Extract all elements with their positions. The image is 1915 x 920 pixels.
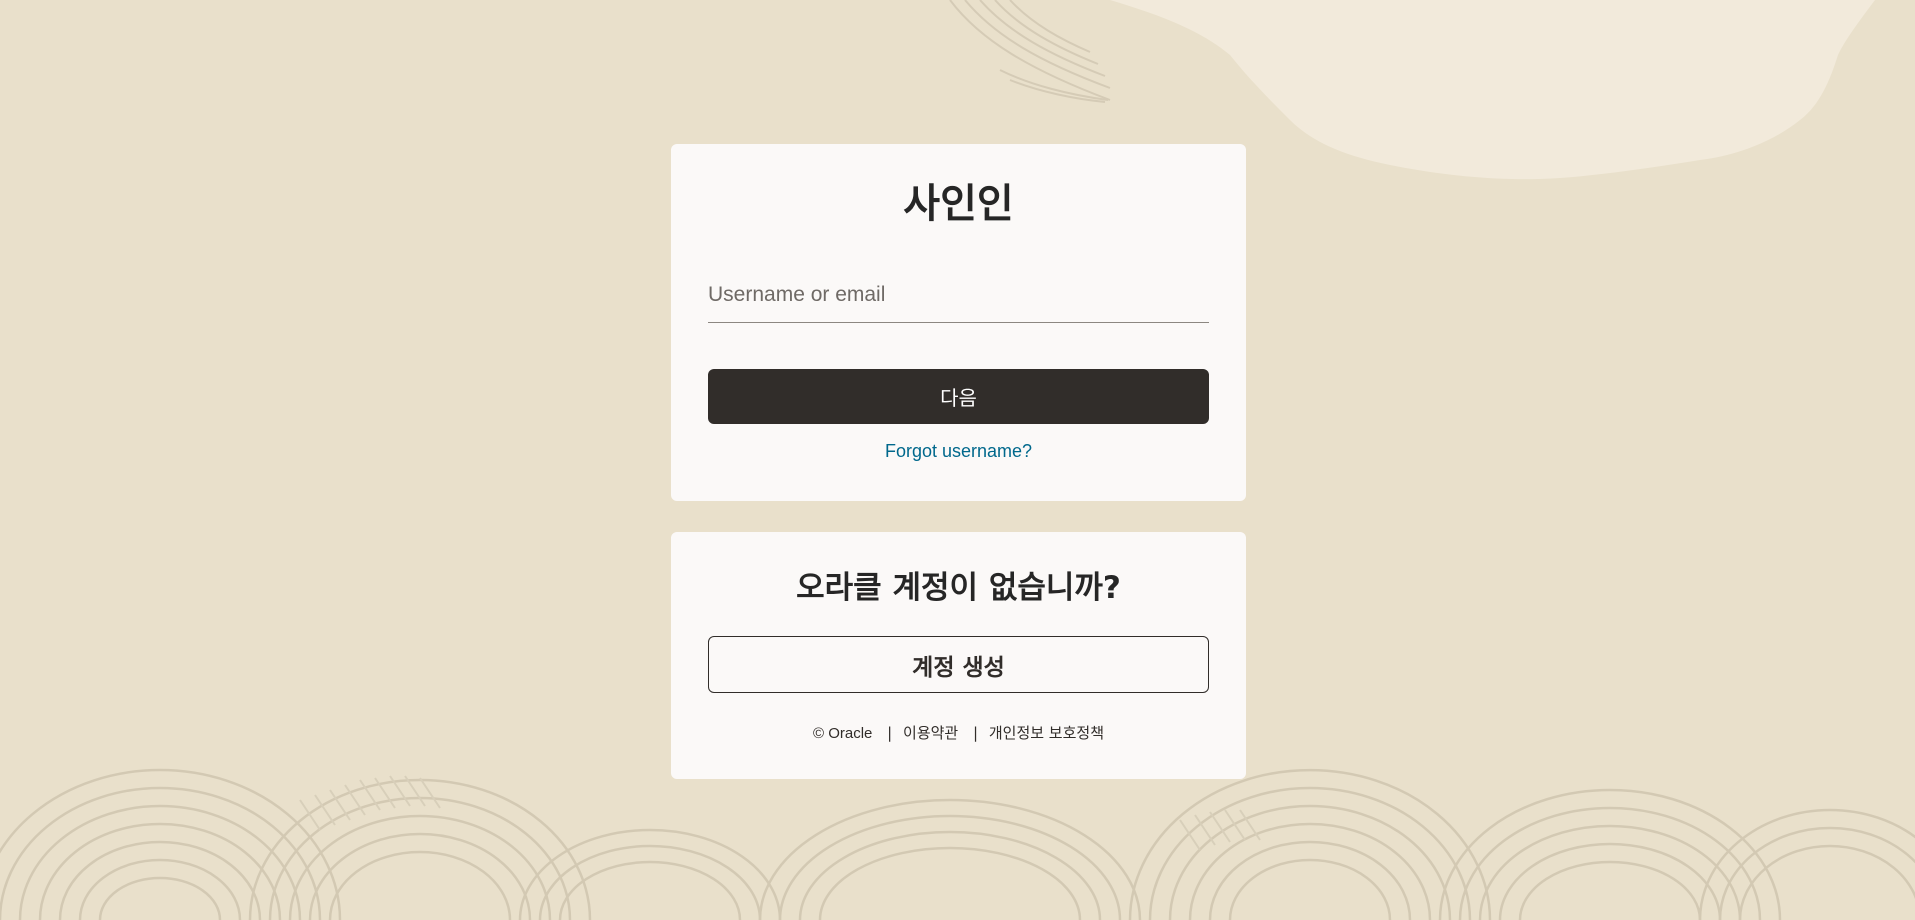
copyright-text: © Oracle [812,725,873,742]
terms-link[interactable]: 이용약관 [903,724,958,742]
footer-separator: | [973,724,979,742]
forgot-username-link[interactable]: Forgot username? [671,441,1246,462]
privacy-link[interactable]: 개인정보 보호정책 [989,724,1104,742]
username-input[interactable] [708,270,1209,320]
signin-card: 사인인 다음 Forgot username? [671,144,1246,501]
footer-separator: | [887,724,893,742]
signup-title: 오라클 계정이 없습니까? [796,570,1121,606]
bottom-hatch-pattern [299,775,1261,851]
signup-card: 오라클 계정이 없습니까? 계정 생성 © Oracle | 이용약관 | 개인… [671,532,1246,779]
signin-title: 사인인 [903,181,1014,227]
create-account-button[interactable]: 계정 생성 [708,636,1209,693]
top-arc-pattern [949,0,1111,103]
bottom-pattern [0,768,1915,920]
next-button[interactable]: 다음 [708,369,1209,424]
username-field [708,270,1209,323]
footer: © Oracle | 이용약관 | 개인정보 보호정책 [671,722,1246,743]
